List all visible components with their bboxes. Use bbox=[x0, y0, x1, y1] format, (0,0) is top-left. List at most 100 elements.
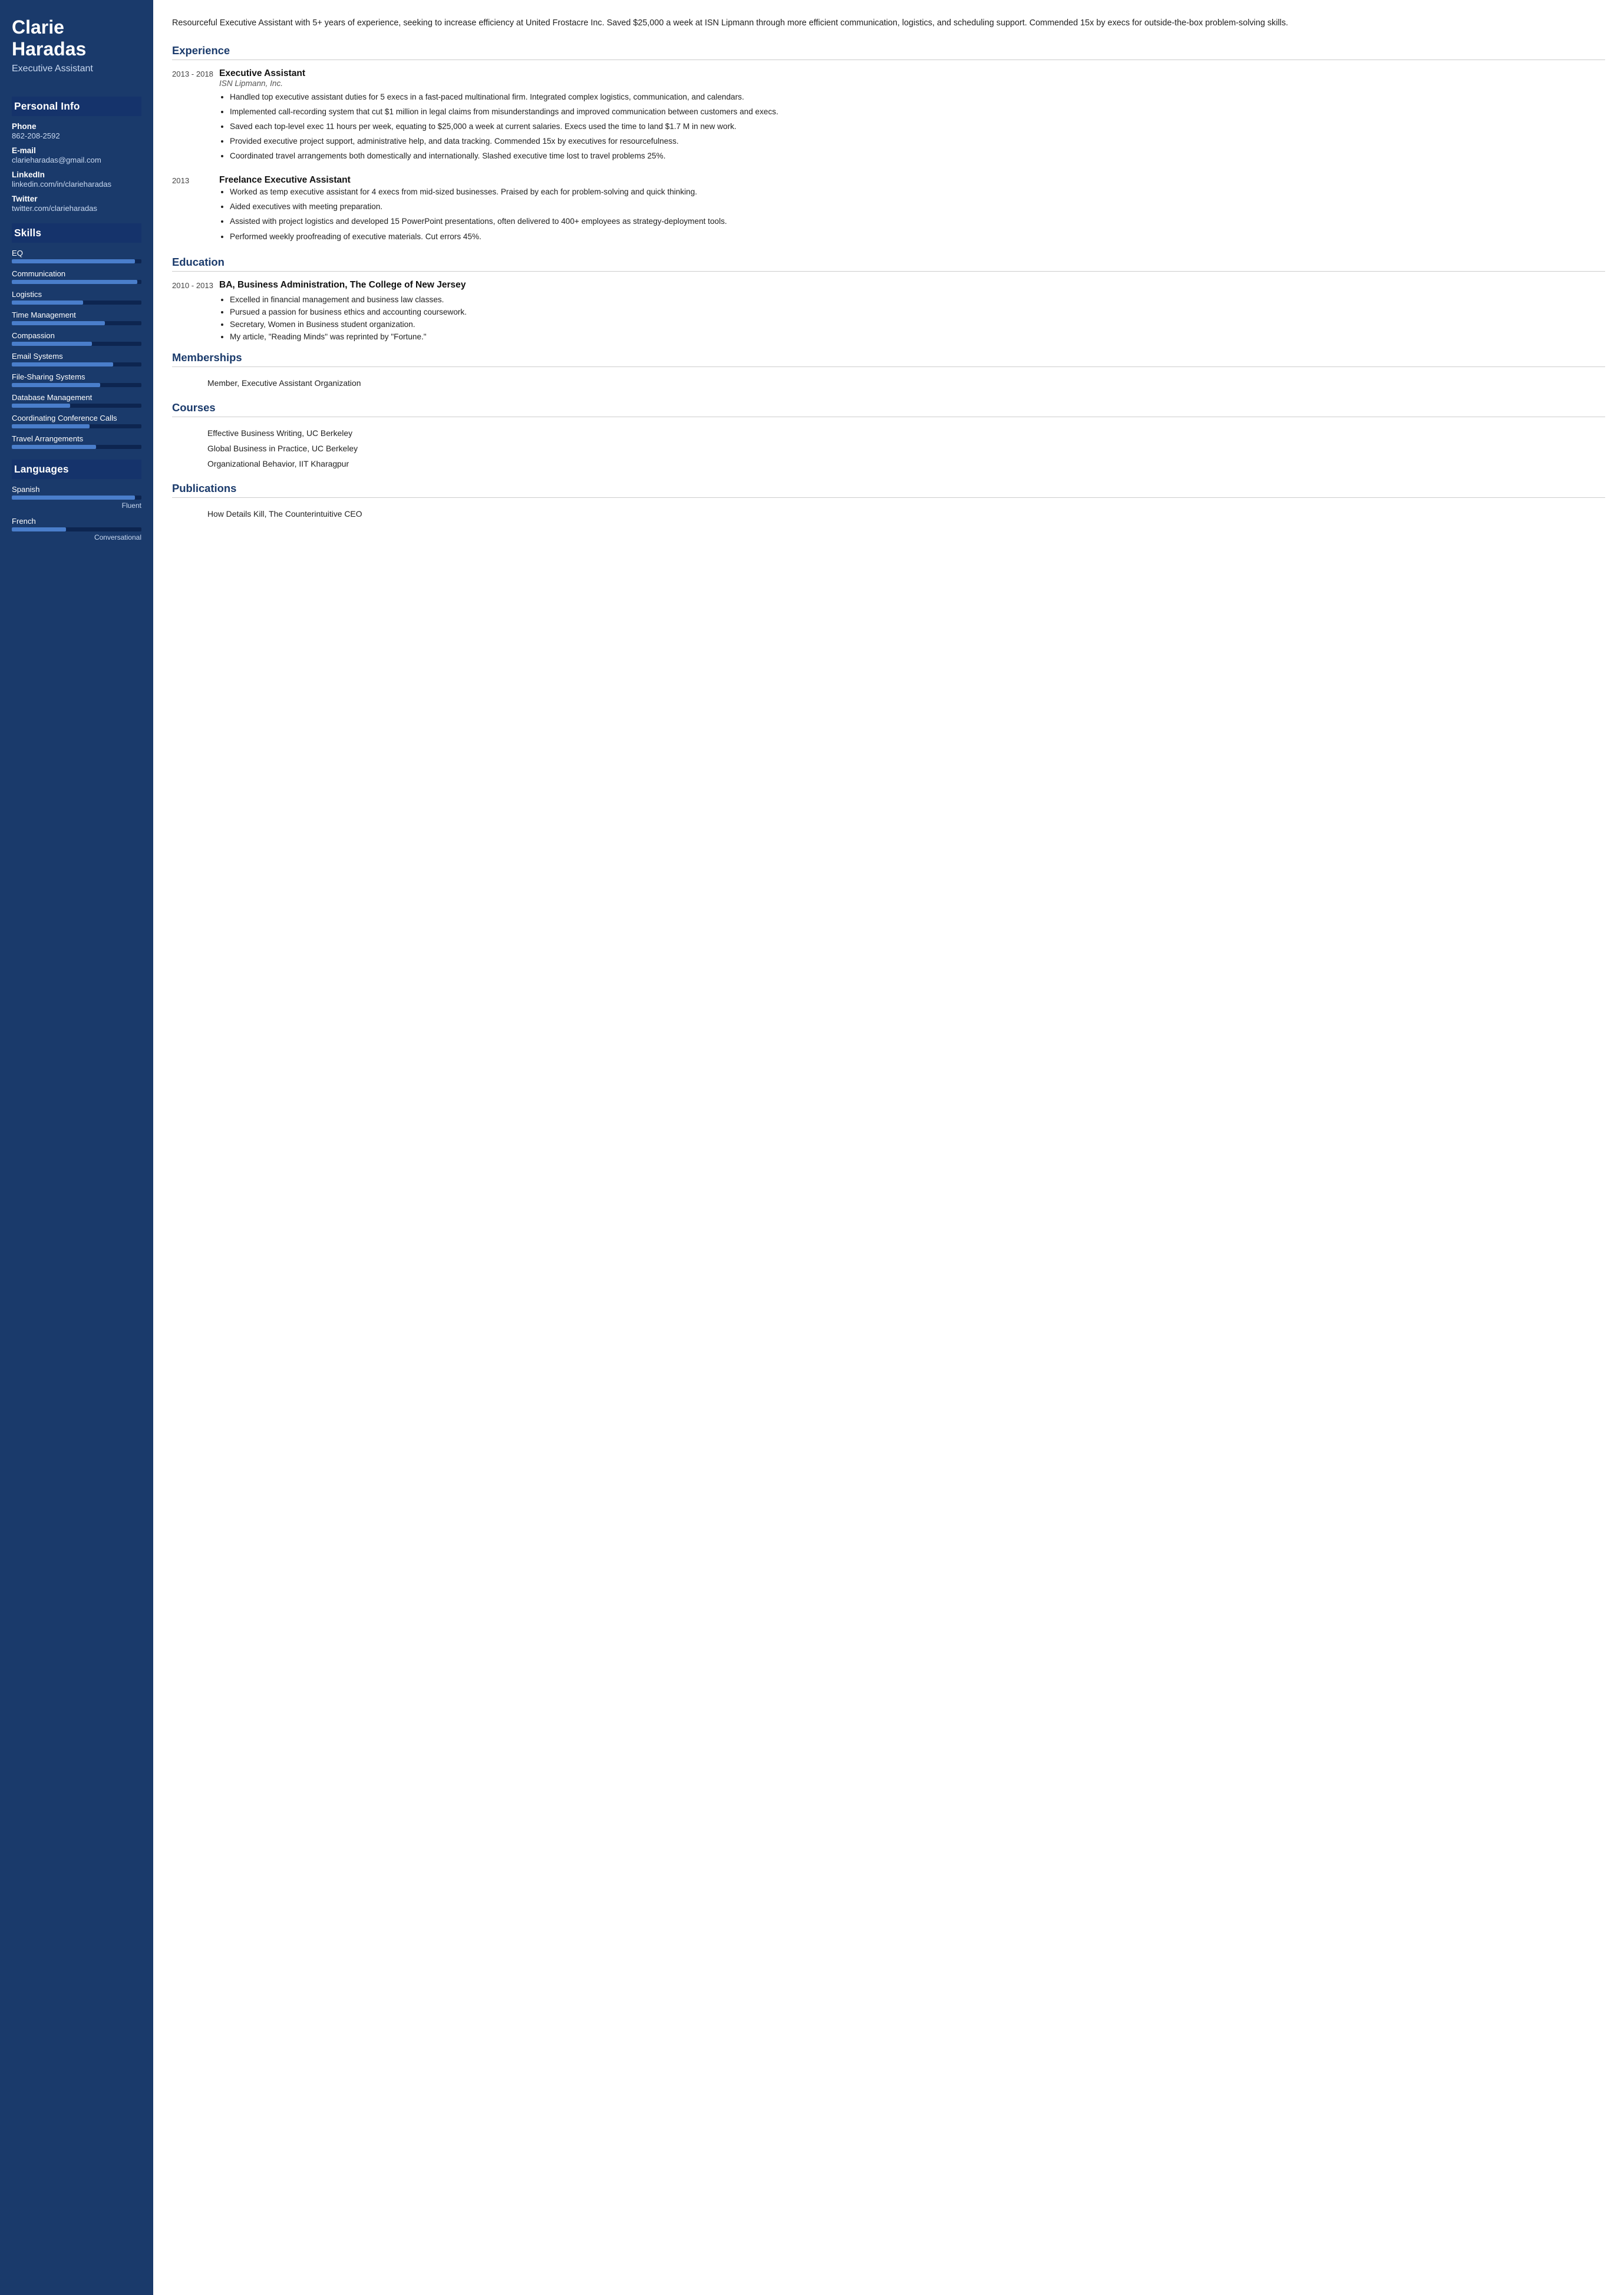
personal-info-value: twitter.com/clarieharadas bbox=[12, 204, 141, 213]
skill-name: EQ bbox=[12, 249, 141, 257]
course-item: Global Business in Practice, UC Berkeley bbox=[172, 441, 1605, 456]
skill-name: Coordinating Conference Calls bbox=[12, 414, 141, 422]
skill-bar-bg bbox=[12, 259, 141, 263]
edu-bullets: Excelled in financial management and bus… bbox=[219, 293, 1605, 343]
skill-name: Communication bbox=[12, 269, 141, 278]
language-bar-bg bbox=[12, 496, 141, 500]
personal-info-label: Twitter bbox=[12, 194, 141, 203]
courses-section-title: Courses bbox=[172, 401, 1605, 417]
exp-company: ISN Lipmann, Inc. bbox=[219, 79, 1605, 88]
personal-info-label: LinkedIn bbox=[12, 170, 141, 179]
candidate-title: Executive Assistant bbox=[12, 64, 141, 84]
skill-name: File-Sharing Systems bbox=[12, 372, 141, 381]
exp-bullet: Implemented call-recording system that c… bbox=[230, 105, 1605, 118]
skill-item: EQ bbox=[12, 249, 141, 263]
edu-degree: BA, Business Administration, The College… bbox=[219, 280, 1605, 290]
publication-item: How Details Kill, The Counterintuitive C… bbox=[172, 506, 1605, 521]
skill-bar-fill bbox=[12, 362, 113, 366]
course-item: Organizational Behavior, IIT Kharagpur bbox=[172, 456, 1605, 471]
skill-bar-fill bbox=[12, 424, 90, 428]
skill-bar-bg bbox=[12, 342, 141, 346]
membership-item: Member, Executive Assistant Organization bbox=[172, 375, 1605, 391]
exp-content: Executive Assistant ISN Lipmann, Inc. Ha… bbox=[219, 68, 1605, 164]
experience-section-title: Experience bbox=[172, 44, 1605, 60]
languages-section-title: Languages bbox=[12, 460, 141, 479]
experience-list: 2013 - 2018 Executive Assistant ISN Lipm… bbox=[172, 68, 1605, 245]
skill-bar-bg bbox=[12, 321, 141, 325]
skill-bar-bg bbox=[12, 445, 141, 449]
summary-text: Resourceful Executive Assistant with 5+ … bbox=[172, 16, 1605, 30]
skill-bar-fill bbox=[12, 342, 92, 346]
personal-info-value: linkedin.com/in/clarieharadas bbox=[12, 180, 141, 189]
skill-bar-fill bbox=[12, 259, 135, 263]
skill-item: Email Systems bbox=[12, 352, 141, 366]
language-item: French Conversational bbox=[12, 517, 141, 541]
exp-bullet: Aided executives with meeting preparatio… bbox=[230, 200, 1605, 213]
skill-name: Time Management bbox=[12, 311, 141, 319]
exp-bullet: Handled top executive assistant duties f… bbox=[230, 91, 1605, 103]
skills-section-title: Skills bbox=[12, 223, 141, 243]
skill-bar-bg bbox=[12, 424, 141, 428]
skill-item: Logistics bbox=[12, 290, 141, 305]
exp-job-title: Freelance Executive Assistant bbox=[219, 175, 1605, 186]
language-bar-fill bbox=[12, 527, 66, 531]
edu-bullet: Secretary, Women in Business student org… bbox=[230, 318, 1605, 331]
skill-bar-fill bbox=[12, 280, 137, 284]
education-list: 2010 - 2013 BA, Business Administration,… bbox=[172, 280, 1605, 343]
exp-bullet: Performed weekly proofreading of executi… bbox=[230, 230, 1605, 243]
language-bar-bg bbox=[12, 527, 141, 531]
skill-item: Database Management bbox=[12, 393, 141, 408]
exp-dates: 2013 bbox=[172, 175, 219, 245]
edu-bullet: Pursued a passion for business ethics an… bbox=[230, 306, 1605, 318]
publications-list: How Details Kill, The Counterintuitive C… bbox=[172, 506, 1605, 521]
experience-block: 2013 Freelance Executive Assistant Worke… bbox=[172, 175, 1605, 245]
personal-info-fields: Phone862-208-2592E-mailclarieharadas@gma… bbox=[12, 122, 141, 213]
skill-bar-fill bbox=[12, 321, 105, 325]
education-block: 2010 - 2013 BA, Business Administration,… bbox=[172, 280, 1605, 343]
skill-item: Time Management bbox=[12, 311, 141, 325]
memberships-list: Member, Executive Assistant Organization bbox=[172, 375, 1605, 391]
skill-item: File-Sharing Systems bbox=[12, 372, 141, 387]
publications-section-title: Publications bbox=[172, 482, 1605, 498]
course-item: Effective Business Writing, UC Berkeley bbox=[172, 425, 1605, 441]
exp-bullets: Handled top executive assistant duties f… bbox=[219, 91, 1605, 162]
skills-list: EQ Communication Logistics Time Manageme… bbox=[12, 249, 141, 449]
language-name: French bbox=[12, 517, 141, 526]
personal-info-section-title: Personal Info bbox=[12, 97, 141, 116]
exp-bullet: Provided executive project support, admi… bbox=[230, 135, 1605, 147]
skill-bar-bg bbox=[12, 362, 141, 366]
languages-list: Spanish Fluent French Conversational bbox=[12, 485, 141, 541]
edu-bullet: My article, "Reading Minds" was reprinte… bbox=[230, 331, 1605, 343]
main-content: Resourceful Executive Assistant with 5+ … bbox=[153, 0, 1624, 2295]
skill-bar-bg bbox=[12, 404, 141, 408]
experience-block: 2013 - 2018 Executive Assistant ISN Lipm… bbox=[172, 68, 1605, 164]
courses-list: Effective Business Writing, UC BerkeleyG… bbox=[172, 425, 1605, 471]
personal-info-label: E-mail bbox=[12, 146, 141, 155]
skill-item: Coordinating Conference Calls bbox=[12, 414, 141, 428]
exp-bullet: Saved each top-level exec 11 hours per w… bbox=[230, 120, 1605, 133]
exp-dates: 2013 - 2018 bbox=[172, 68, 219, 164]
personal-info-value: 862-208-2592 bbox=[12, 131, 141, 140]
skill-item: Compassion bbox=[12, 331, 141, 346]
skill-name: Compassion bbox=[12, 331, 141, 340]
skill-bar-fill bbox=[12, 301, 83, 305]
personal-info-label: Phone bbox=[12, 122, 141, 131]
skill-bar-bg bbox=[12, 280, 141, 284]
candidate-name: Clarie Haradas bbox=[12, 16, 141, 60]
skill-bar-bg bbox=[12, 383, 141, 387]
skill-name: Travel Arrangements bbox=[12, 434, 141, 443]
language-item: Spanish Fluent bbox=[12, 485, 141, 510]
skill-bar-fill bbox=[12, 445, 96, 449]
edu-bullet: Excelled in financial management and bus… bbox=[230, 293, 1605, 306]
language-level: Conversational bbox=[12, 533, 141, 541]
skill-name: Database Management bbox=[12, 393, 141, 402]
exp-bullets: Worked as temp executive assistant for 4… bbox=[219, 186, 1605, 242]
skill-name: Email Systems bbox=[12, 352, 141, 361]
skill-bar-bg bbox=[12, 301, 141, 305]
exp-job-title: Executive Assistant bbox=[219, 68, 1605, 79]
edu-content: BA, Business Administration, The College… bbox=[219, 280, 1605, 343]
skill-item: Communication bbox=[12, 269, 141, 284]
memberships-section-title: Memberships bbox=[172, 351, 1605, 367]
skill-bar-fill bbox=[12, 404, 70, 408]
exp-bullet: Worked as temp executive assistant for 4… bbox=[230, 186, 1605, 198]
